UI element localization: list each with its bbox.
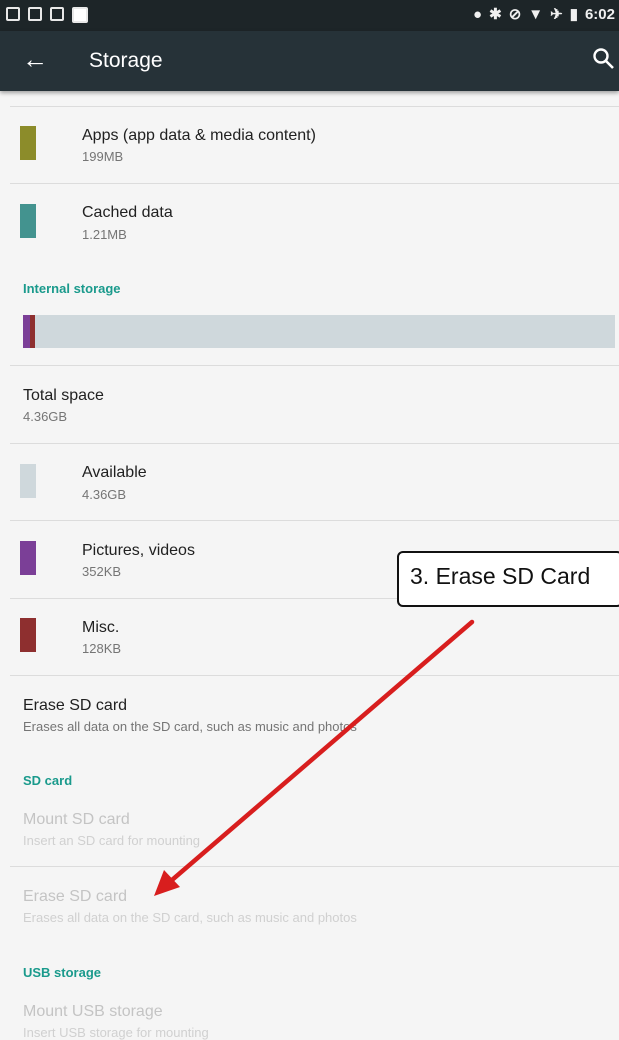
annotation-callout: 3. Erase SD Card [397,551,619,607]
annotation-arrow [154,619,475,896]
annotation-text: 3. Erase SD Card [410,563,591,589]
